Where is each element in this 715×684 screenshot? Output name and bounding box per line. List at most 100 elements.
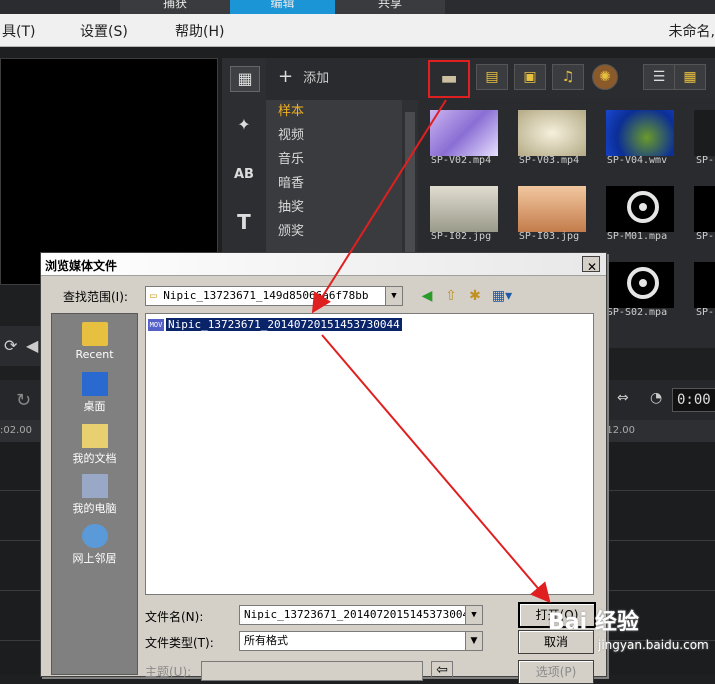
up-folder-button[interactable]: ⇧ (441, 286, 461, 306)
baidu-watermark: Bai 经验 (548, 610, 639, 635)
thumb-image (606, 262, 674, 308)
fit-icon[interactable]: ⇔ (617, 390, 629, 406)
media-thumb[interactable]: SP-I02.jpg (418, 174, 504, 249)
filename-input[interactable]: Nipic_13723671_20140720151453730044 ▼ (239, 605, 483, 625)
filter-audio-button[interactable]: ♫ (552, 64, 584, 90)
import-folder-button[interactable]: ▬ (428, 60, 470, 98)
new-folder-icon: ✱ (469, 288, 481, 304)
options-button[interactable]: 选项(P) (518, 660, 594, 684)
category-panel: + 添加 样本 视频 音乐 暗香 抽奖 颁奖 (266, 58, 418, 260)
preview-window (0, 58, 218, 285)
chevron-down-icon[interactable]: ▼ (465, 632, 482, 650)
thumb-name: SP-V04.wmv (606, 155, 668, 166)
scrollbar-thumb[interactable] (405, 112, 415, 260)
options-wheel-button[interactable]: ✺ (592, 64, 618, 90)
file-name: Nipic_13723671_20140720151453730044 (166, 318, 402, 331)
thumb-name: SP- (696, 307, 715, 318)
clock-icon[interactable]: ◔ (650, 390, 662, 406)
folder-icon: ▬ (440, 68, 458, 89)
tab-edit[interactable]: 编辑 (230, 0, 335, 14)
media-toolbar: ▬ ▤ ▣ ♫ ✺ ☰ ▦ (418, 58, 715, 98)
thumbnail-view-button[interactable]: ▦ (674, 64, 706, 90)
tab-capture[interactable]: 捕获 (120, 0, 230, 14)
menu-settings[interactable]: 设置(S) (80, 21, 128, 41)
category-item[interactable]: 样本 (266, 100, 402, 124)
chevron-down-icon[interactable]: ▼ (465, 606, 482, 624)
subject-button[interactable]: ⇦ (431, 661, 453, 679)
volume-icon[interactable]: ◀ (26, 336, 38, 355)
category-item[interactable]: 抽奖 (266, 196, 402, 220)
library-side-toolbar: ▦ ✦ AB T (222, 58, 266, 258)
back-button[interactable]: ◀ (417, 286, 437, 306)
media-thumb[interactable]: SP-V03.mp4 (506, 98, 592, 173)
text-t-icon[interactable]: T (230, 210, 258, 234)
file-item[interactable]: MOV Nipic_13723671_20140720151453730044 (148, 318, 402, 332)
audio-disc-icon (627, 191, 659, 223)
new-folder-button[interactable]: ✱ (465, 286, 485, 306)
repeat-icon[interactable]: ⟳ (4, 336, 17, 355)
place-desktop[interactable]: 桌面 (52, 372, 137, 414)
plus-icon: + (278, 66, 294, 87)
filter-video-button[interactable]: ▤ (476, 64, 508, 90)
thumb-image (430, 110, 498, 156)
filter-photo-button[interactable]: ▣ (514, 64, 546, 90)
place-recent[interactable]: Recent (52, 322, 137, 361)
thumb-name: SP- (696, 231, 715, 242)
place-label: Recent (75, 348, 114, 361)
category-item[interactable]: 音乐 (266, 148, 402, 172)
filetype-label: 文件类型(T): (145, 636, 214, 650)
media-thumb[interactable]: SP-I03.jpg (506, 174, 592, 249)
video-file-icon: MOV (148, 319, 164, 331)
tab-share[interactable]: 共享 (335, 0, 445, 14)
media-thumb[interactable]: SP-V02.mp4 (418, 98, 504, 173)
category-item[interactable]: 暗香 (266, 172, 402, 196)
menu-bar: 具(T) 设置(S) 帮助(H) 未命名, (0, 14, 715, 47)
media-thumb[interactable]: SP-M01.mpa (594, 174, 680, 249)
project-name: 未命名, (668, 24, 715, 40)
photo-icon: ▣ (523, 69, 537, 85)
thumb-image (606, 186, 674, 232)
title-ab-icon[interactable]: AB (230, 163, 258, 187)
place-network[interactable]: 网上邻居 (52, 524, 137, 566)
media-thumb[interactable]: SP- (682, 98, 715, 173)
place-my-computer[interactable]: 我的电脑 (52, 474, 137, 516)
menu-tools[interactable]: 具(T) (2, 21, 35, 41)
media-thumb[interactable]: SP-V04.wmv (594, 98, 680, 173)
filetype-value: 所有格式 (244, 634, 288, 647)
thumb-name: SP-V03.mp4 (518, 155, 580, 166)
ruler-label: :12.00 (603, 425, 635, 436)
category-scrollbar[interactable] (402, 100, 418, 260)
gear-icon: ✺ (599, 69, 611, 85)
add-category-button[interactable]: + 添加 (278, 66, 329, 87)
timecode-display[interactable]: 0:00 (672, 388, 715, 412)
thumb-image (606, 110, 674, 156)
place-my-documents[interactable]: 我的文档 (52, 424, 137, 466)
media-thumb[interactable]: SP- (682, 250, 715, 325)
redo-icon[interactable]: ↻ (16, 390, 31, 411)
view-menu-icon: ▦▾ (491, 288, 513, 304)
add-label: 添加 (303, 71, 330, 86)
file-list: MOV Nipic_13723671_20140720151453730044 (145, 313, 594, 595)
media-library-icon[interactable]: ▦ (230, 66, 260, 92)
place-label: 网上邻居 (72, 552, 117, 565)
view-menu-button[interactable]: ▦▾ (489, 286, 515, 306)
desktop-icon (81, 372, 108, 396)
computer-icon (81, 474, 108, 498)
close-button[interactable]: ✕ (582, 256, 600, 274)
category-item[interactable]: 颁奖 (266, 220, 402, 244)
media-thumb[interactable]: SP- (682, 174, 715, 249)
thumb-name: SP- (696, 155, 715, 166)
lookin-combo[interactable]: ▭ Nipic_13723671_149d85066a6f78bb ▼ (145, 286, 403, 306)
list-view-button[interactable]: ☰ (643, 64, 675, 90)
list-icon: ☰ (652, 69, 666, 85)
filetype-select[interactable]: 所有格式 ▼ (239, 631, 483, 651)
menu-help[interactable]: 帮助(H) (175, 21, 224, 41)
transition-icon[interactable]: ✦ (230, 113, 258, 137)
network-globe-icon (81, 524, 108, 548)
folder-icon: ▭ (150, 289, 157, 302)
dialog-title: 浏览媒体文件 (45, 259, 118, 273)
category-item[interactable]: 视频 (266, 124, 402, 148)
thumb-image (694, 262, 715, 308)
chevron-down-icon[interactable]: ▼ (385, 287, 402, 305)
grid-icon: ▦ (683, 69, 697, 85)
